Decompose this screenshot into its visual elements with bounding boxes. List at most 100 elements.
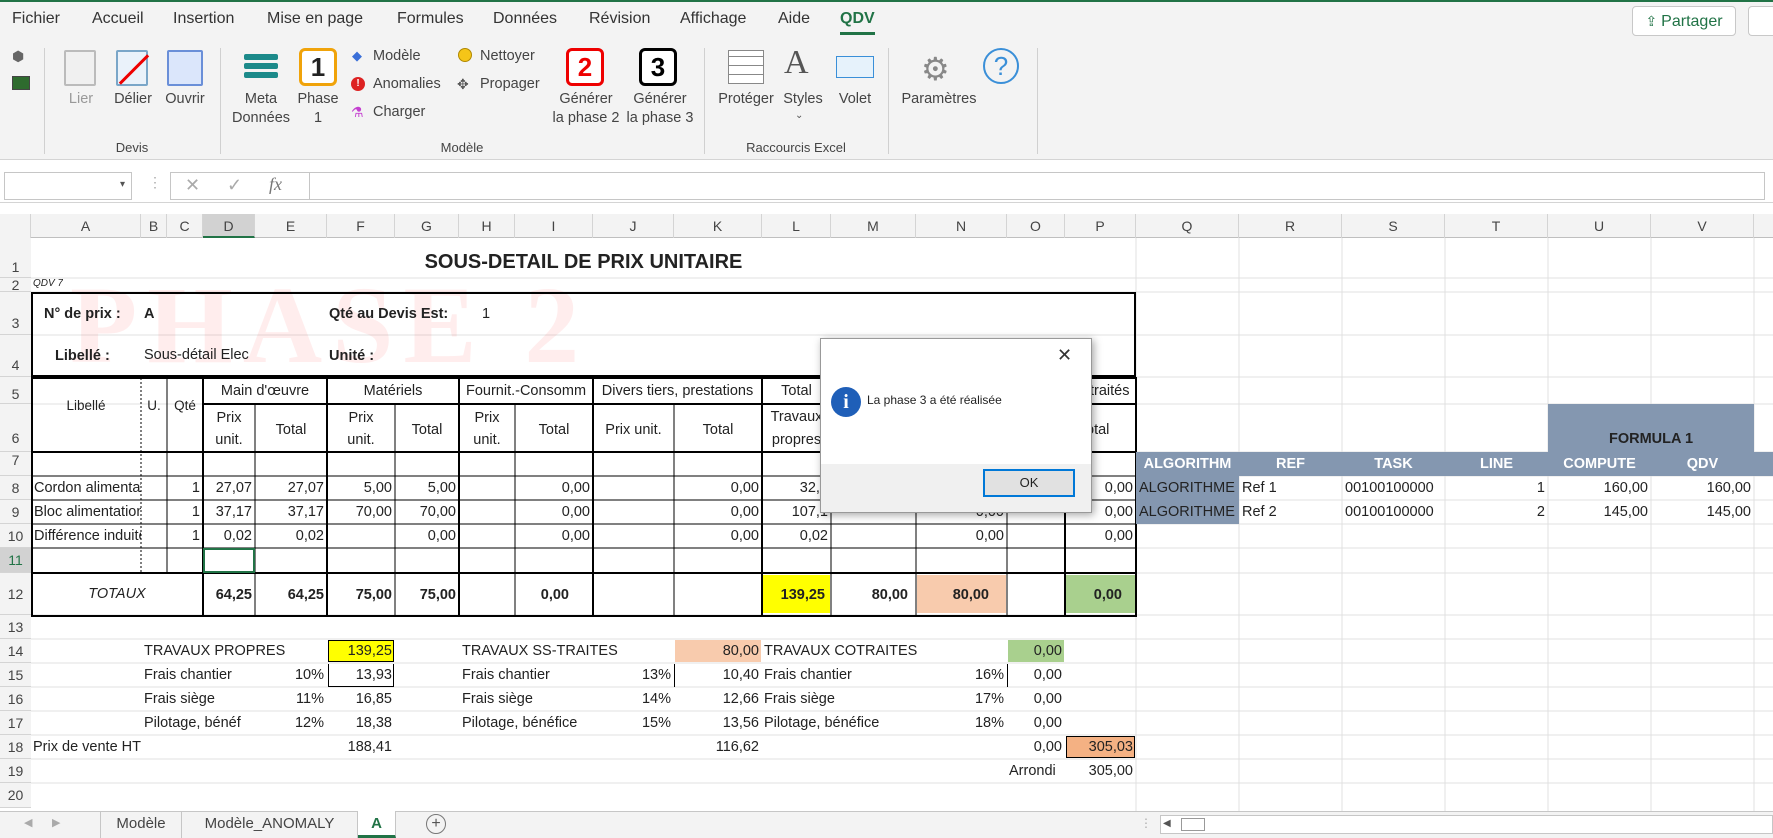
pv-o[interactable]: 0,00: [1007, 736, 1065, 758]
parametres-button[interactable]: Paramètres: [896, 90, 982, 109]
sheet-icon[interactable]: [12, 76, 30, 90]
line-3-g[interactable]: 0,00: [395, 525, 459, 547]
pv-k[interactable]: 116,62: [674, 736, 762, 758]
ct-fc-pct[interactable]: 16%: [916, 664, 1007, 686]
row-header-19[interactable]: 19: [0, 759, 31, 783]
line-2-f[interactable]: 70,00: [327, 501, 395, 523]
totaux-d[interactable]: 64,25: [203, 584, 255, 606]
line-3-n[interactable]: 0,00: [916, 525, 1007, 547]
row-header-6[interactable]: 6: [0, 404, 31, 452]
share-button[interactable]: ⇪ Partager: [1632, 6, 1736, 36]
row-header-17[interactable]: 17: [0, 711, 31, 735]
horizontal-scrollbar[interactable]: ◀: [1160, 815, 1773, 834]
tab-a[interactable]: A: [358, 811, 396, 838]
pv-f[interactable]: 188,41: [327, 736, 395, 758]
menu-insertion[interactable]: Insertion: [173, 10, 234, 28]
menu-fichier[interactable]: Fichier: [12, 10, 60, 28]
col-header-t[interactable]: T: [1445, 214, 1548, 238]
ct-fs-pct[interactable]: 17%: [916, 688, 1007, 710]
row-header-12[interactable]: 12: [0, 573, 31, 615]
delier-button[interactable]: Délier: [108, 90, 158, 109]
charger-button[interactable]: Charger: [373, 104, 425, 120]
col-header-e[interactable]: E: [255, 214, 327, 238]
row-header-7[interactable]: 7: [0, 452, 31, 476]
proteger-button[interactable]: Protéger: [712, 90, 780, 109]
cube-icon[interactable]: ⬢: [12, 48, 28, 64]
st-fs-value[interactable]: 12,66: [674, 688, 762, 710]
row-header-20[interactable]: 20: [0, 783, 31, 808]
row-header-1[interactable]: 1: [0, 238, 31, 278]
meta-donnees-button[interactable]: Meta Données: [226, 90, 296, 128]
row-header-14[interactable]: 14: [0, 639, 31, 663]
row-header-11[interactable]: 11: [0, 548, 31, 573]
ok-button[interactable]: OK: [983, 469, 1075, 497]
help-icon[interactable]: ?: [983, 48, 1019, 84]
algo-cell-0-1[interactable]: Ref 1: [1239, 477, 1342, 499]
totaux-p[interactable]: 0,00: [1065, 584, 1136, 606]
line-1-g[interactable]: 5,00: [395, 477, 459, 499]
modele-button[interactable]: Modèle: [373, 48, 421, 64]
algo-cell-1-4[interactable]: 145,00: [1548, 501, 1651, 523]
col-header-q[interactable]: Q: [1136, 214, 1239, 238]
row-header-2[interactable]: 2: [0, 278, 31, 292]
col-header-r[interactable]: R: [1239, 214, 1342, 238]
line-1-k[interactable]: 0,00: [674, 477, 762, 499]
menu-affichage[interactable]: Affichage: [680, 10, 746, 28]
ct-fc-value[interactable]: 0,00: [1007, 664, 1065, 686]
algo-cell-0-2[interactable]: 00100100000: [1342, 477, 1445, 499]
col-header-g[interactable]: G: [395, 214, 459, 238]
menu-qdv[interactable]: QDV: [840, 10, 875, 35]
line-2-qte[interactable]: 1: [167, 501, 203, 523]
col-header-k[interactable]: K: [674, 214, 762, 238]
name-box[interactable]: ▾: [4, 172, 132, 200]
col-header-d[interactable]: D: [203, 214, 255, 238]
line-2-lib[interactable]: Bloc alimentation: [31, 501, 141, 523]
line-1-i[interactable]: 0,00: [515, 477, 593, 499]
line-1-f[interactable]: 5,00: [327, 477, 395, 499]
st-value[interactable]: 80,00: [674, 640, 762, 662]
col-header-o[interactable]: O: [1007, 214, 1065, 238]
row-header-9[interactable]: 9: [0, 500, 31, 524]
line-2-g[interactable]: 70,00: [395, 501, 459, 523]
line-2-d[interactable]: 37,17: [203, 501, 255, 523]
ct-pb-pct[interactable]: 18%: [916, 712, 1007, 734]
fs-value[interactable]: 16,85: [327, 688, 395, 710]
menu-revision[interactable]: Révision: [589, 10, 650, 28]
generer-phase3-button[interactable]: Générer la phase 3: [620, 90, 700, 128]
menu-mise-en-page[interactable]: Mise en page: [267, 10, 363, 28]
line-1-d[interactable]: 27,07: [203, 477, 255, 499]
row-header-5[interactable]: 5: [0, 377, 31, 404]
col-header-j[interactable]: J: [593, 214, 674, 238]
ct-fs-value[interactable]: 0,00: [1007, 688, 1065, 710]
col-header-f[interactable]: F: [327, 214, 395, 238]
st-pb-value[interactable]: 13,56: [674, 712, 762, 734]
line-3-p[interactable]: 0,00: [1065, 525, 1136, 547]
fc-value[interactable]: 13,93: [327, 664, 395, 686]
ct-pb-value[interactable]: 0,00: [1007, 712, 1065, 734]
line-3-l[interactable]: 0,02: [762, 525, 831, 547]
col-header-m[interactable]: M: [831, 214, 916, 238]
fs-pct[interactable]: 11%: [255, 688, 327, 710]
col-header-v[interactable]: V: [1651, 214, 1754, 238]
line-3-i[interactable]: 0,00: [515, 525, 593, 547]
algo-cell-0-3[interactable]: 1: [1445, 477, 1548, 499]
col-header-p[interactable]: P: [1065, 214, 1136, 238]
fc-pct[interactable]: 10%: [255, 664, 327, 686]
function-icon[interactable]: fx: [269, 174, 282, 195]
line-3-qte[interactable]: 1: [167, 525, 203, 547]
pv-p[interactable]: 305,03: [1065, 736, 1136, 758]
col-header-l[interactable]: L: [762, 214, 831, 238]
st-pb-pct[interactable]: 15%: [593, 712, 674, 734]
totaux-l[interactable]: 139,25: [762, 584, 831, 606]
totaux-e[interactable]: 64,25: [255, 584, 327, 606]
phase1-button[interactable]: Phase 1: [292, 90, 344, 128]
pb-value[interactable]: 18,38: [327, 712, 395, 734]
algo-cell-1-3[interactable]: 2: [1445, 501, 1548, 523]
st-fc-value[interactable]: 10,40: [674, 664, 762, 686]
close-icon[interactable]: ✕: [1057, 345, 1072, 366]
comments-button[interactable]: [1748, 6, 1773, 36]
col-header-i[interactable]: I: [515, 214, 593, 238]
selected-cell[interactable]: [203, 548, 255, 573]
pb-pct[interactable]: 12%: [255, 712, 327, 734]
st-fc-pct[interactable]: 13%: [593, 664, 674, 686]
